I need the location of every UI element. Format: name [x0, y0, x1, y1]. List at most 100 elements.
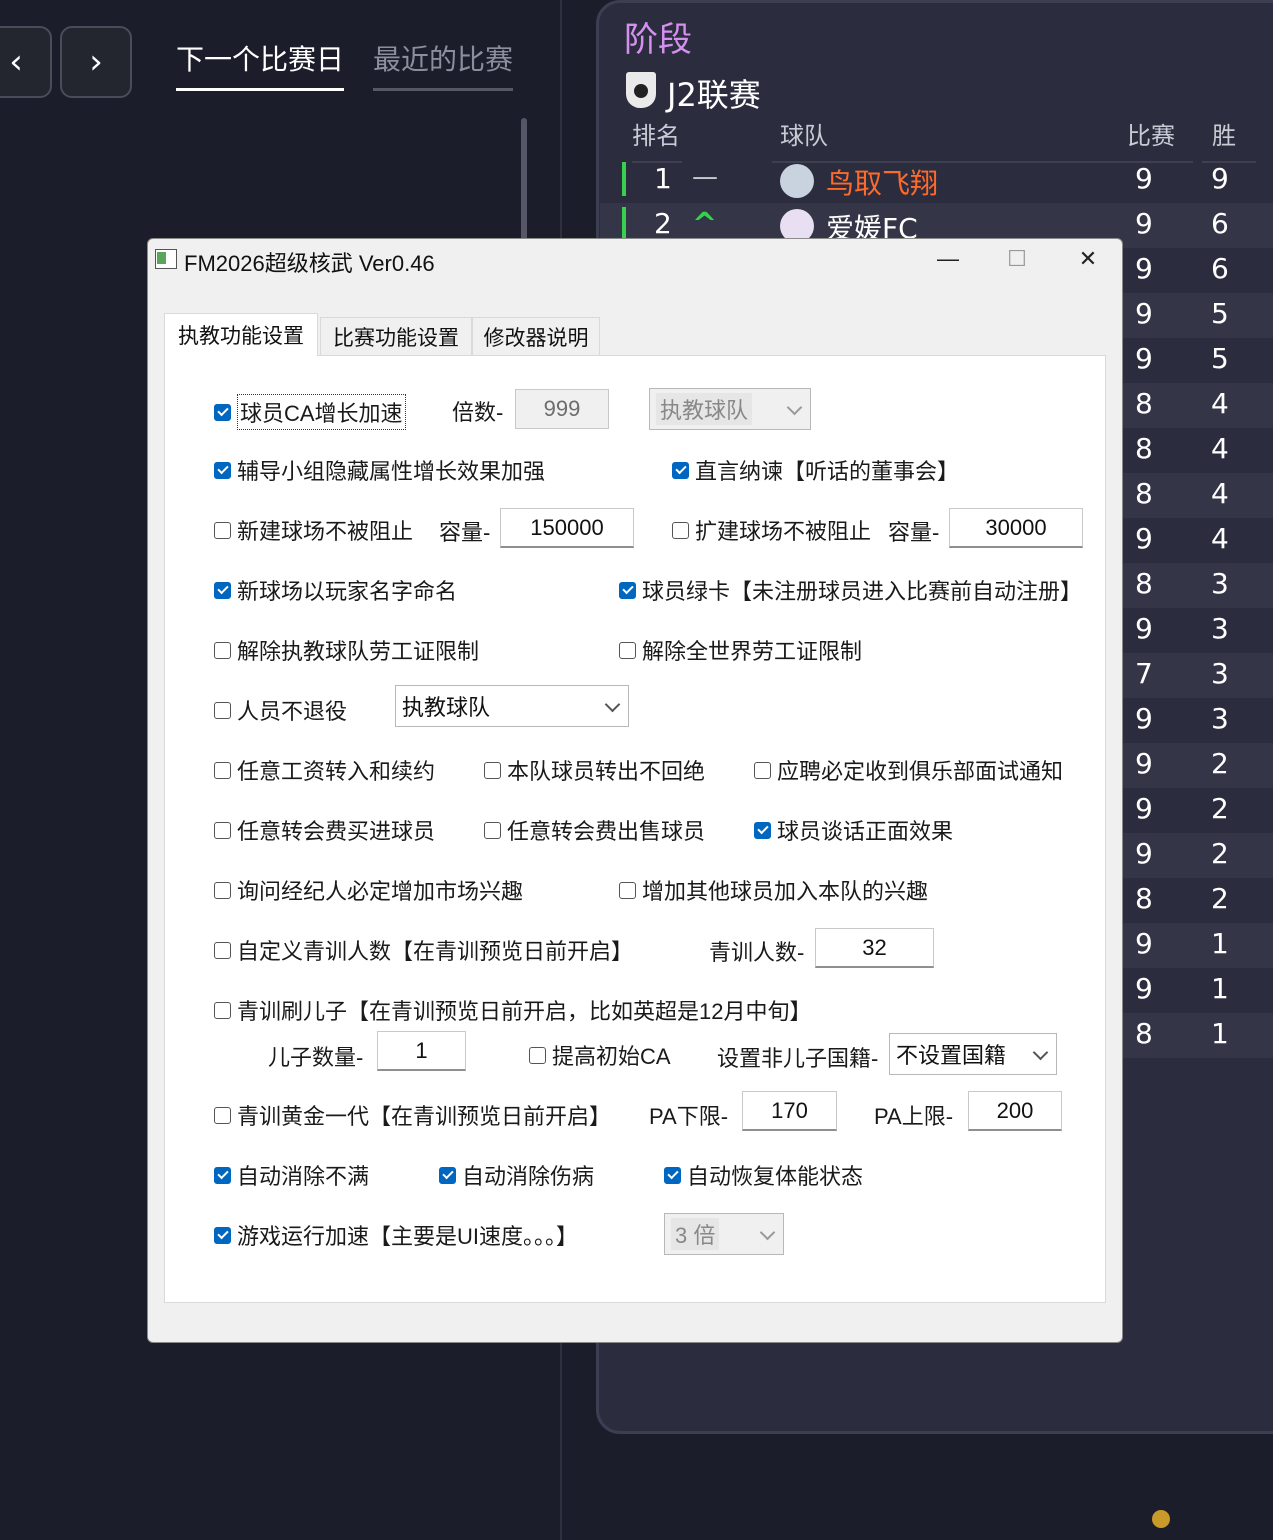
youth-son-checkbox[interactable]: 青训刷儿子【在青训预览日前开启，比如英超是12月中旬】 — [214, 994, 811, 1026]
won-cell: 3 — [1211, 567, 1229, 600]
won-cell: 3 — [1211, 657, 1229, 690]
expand-stadium-checkbox[interactable]: 扩建球场不被阻止 — [672, 514, 871, 546]
youth-count-input[interactable]: 32 — [815, 928, 934, 968]
ca-growth-label: 球员CA增长加速 — [237, 394, 406, 430]
multiplier-input[interactable]: 999 — [515, 389, 609, 429]
join-interest-checkbox[interactable]: 增加其他球员加入本队的兴趣 — [619, 874, 928, 906]
checkbox-icon — [214, 1166, 231, 1184]
youth-count-checkbox[interactable]: 自定义青训人数【在青训预览日前开启】 — [214, 934, 633, 966]
won-cell: 1 — [1211, 927, 1229, 960]
checkbox-icon — [214, 941, 231, 959]
won-cell: 5 — [1211, 297, 1229, 330]
checkbox-icon — [214, 641, 231, 659]
checkbox-icon — [214, 701, 231, 719]
header-played[interactable]: 比赛 — [1120, 116, 1193, 163]
golden-gen-checkbox[interactable]: 青训黄金一代【在青训预览日前开启】 — [214, 1099, 611, 1131]
checkbox-icon — [619, 641, 636, 659]
next-button[interactable]: › — [60, 26, 132, 98]
header-team[interactable]: 球队 — [772, 116, 1120, 163]
new-stadium-label: 新建球场不被阻止 — [237, 519, 414, 544]
tab-readme[interactable]: 修改器说明 — [472, 317, 600, 356]
chevron-down-icon — [786, 399, 803, 416]
chevron-down-icon — [1032, 1044, 1049, 1061]
header-rank[interactable]: 排名 — [632, 116, 682, 163]
tab-coaching[interactable]: 执教功能设置 — [164, 313, 318, 356]
played-cell: 9 — [1135, 252, 1153, 285]
played-cell: 9 — [1135, 792, 1153, 825]
checkbox-icon — [672, 521, 689, 539]
agent-interest-checkbox[interactable]: 询问经纪人必定增加市场兴趣 — [214, 874, 523, 906]
close-button[interactable]: ✕ — [1064, 243, 1112, 275]
agent-interest-label: 询问经纪人必定增加市场兴趣 — [237, 879, 524, 904]
chevron-down-icon — [759, 1224, 776, 1241]
played-cell: 9 — [1135, 297, 1153, 330]
auto-injury-label: 自动消除伤病 — [462, 1164, 595, 1189]
checkbox-icon — [484, 821, 501, 839]
board-checkbox[interactable]: 直言纳谏【听话的董事会】 — [672, 454, 959, 486]
title-bar[interactable]: FM2026超级核武 Ver0.46 — ☐ ✕ — [148, 239, 1122, 281]
no-retire-scope-select[interactable]: 执教球队 — [395, 685, 629, 727]
prev-button[interactable]: ‹ — [0, 26, 52, 98]
checkbox-icon — [214, 1226, 231, 1244]
raise-ca-checkbox[interactable]: 提高初始CA — [529, 1039, 671, 1071]
ca-growth-checkbox[interactable]: 球员CA增长加速 — [214, 394, 406, 430]
new-stadium-checkbox[interactable]: 新建球场不被阻止 — [214, 514, 413, 546]
pa-min-input[interactable]: 170 — [742, 1091, 837, 1131]
son-count-input[interactable]: 1 — [377, 1031, 466, 1071]
played-cell: 9 — [1135, 702, 1153, 735]
tab-next-matchday[interactable]: 下一个比赛日 — [176, 38, 345, 91]
speed-select[interactable]: 3 倍 — [664, 1213, 784, 1255]
no-retire-checkbox[interactable]: 人员不退役 — [214, 694, 347, 726]
work-permit-world-checkbox[interactable]: 解除全世界劳工证限制 — [619, 634, 862, 666]
stadium-name-checkbox[interactable]: 新球场以玩家名字命名 — [214, 574, 457, 606]
played-cell: 8 — [1135, 1017, 1153, 1050]
any-fee-buy-checkbox[interactable]: 任意转会费买进球员 — [214, 814, 435, 846]
interview-checkbox[interactable]: 应聘必定收到俱乐部面试通知 — [754, 754, 1063, 786]
played-cell: 9 — [1135, 612, 1153, 645]
mentoring-checkbox[interactable]: 辅导小组隐藏属性增长效果加强 — [214, 454, 545, 486]
maximize-icon: ☐ — [1007, 246, 1027, 271]
green-card-checkbox[interactable]: 球员绿卡【未注册球员进入比赛前自动注册】 — [619, 574, 1082, 606]
checkbox-icon — [214, 821, 231, 839]
checkbox-icon — [484, 761, 501, 779]
no-refuse-checkbox[interactable]: 本队球员转出不回绝 — [484, 754, 705, 786]
auto-fitness-label: 自动恢复体能状态 — [687, 1164, 864, 1189]
any-fee-sell-label: 任意转会费出售球员 — [507, 819, 706, 844]
fixtures-scrollbar[interactable] — [521, 118, 527, 258]
checkbox-icon — [214, 881, 231, 899]
won-cell: 4 — [1211, 387, 1229, 420]
tab-match[interactable]: 比赛功能设置 — [320, 317, 472, 356]
close-icon: ✕ — [1078, 246, 1098, 271]
any-wage-checkbox[interactable]: 任意工资转入和续约 — [214, 754, 435, 786]
auto-injury-checkbox[interactable]: 自动消除伤病 — [439, 1159, 594, 1191]
pa-max-input[interactable]: 200 — [968, 1091, 1062, 1131]
position-marker — [622, 162, 626, 196]
any-wage-label: 任意工资转入和续约 — [237, 759, 436, 784]
nationality-select[interactable]: 不设置国籍 — [889, 1033, 1057, 1075]
trend-up-icon: ^ — [692, 207, 718, 242]
ca-scope-select[interactable]: 执教球队 — [649, 388, 811, 430]
won-cell: 5 — [1211, 342, 1229, 375]
league-logo-icon — [626, 72, 656, 108]
maximize-button: ☐ — [993, 243, 1041, 275]
auto-fitness-checkbox[interactable]: 自动恢复体能状态 — [664, 1159, 863, 1191]
won-cell: 9 — [1211, 162, 1229, 195]
minimize-button[interactable]: — — [924, 243, 972, 275]
checkbox-icon — [439, 1166, 456, 1184]
tab-recent-matches[interactable]: 最近的比赛 — [373, 38, 514, 91]
any-fee-sell-checkbox[interactable]: 任意转会费出售球员 — [484, 814, 705, 846]
checkbox-icon — [214, 761, 231, 779]
checkbox-icon — [214, 403, 231, 421]
chevron-left-icon: ‹ — [9, 42, 23, 82]
speedup-checkbox[interactable]: 游戏运行加速【主要是UI速度。。。】 — [214, 1219, 578, 1251]
new-capacity-input[interactable]: 150000 — [500, 508, 634, 548]
work-permit-team-checkbox[interactable]: 解除执教球队劳工证限制 — [214, 634, 479, 666]
auto-unhappy-checkbox[interactable]: 自动消除不满 — [214, 1159, 369, 1191]
expand-capacity-input[interactable]: 30000 — [949, 508, 1083, 548]
played-cell: 9 — [1135, 207, 1153, 240]
app-icon — [155, 249, 177, 269]
board-label: 直言纳谏【听话的董事会】 — [695, 459, 960, 484]
talk-positive-checkbox[interactable]: 球员谈话正面效果 — [754, 814, 953, 846]
header-won[interactable]: 胜 — [1202, 116, 1256, 163]
played-cell: 9 — [1135, 972, 1153, 1005]
